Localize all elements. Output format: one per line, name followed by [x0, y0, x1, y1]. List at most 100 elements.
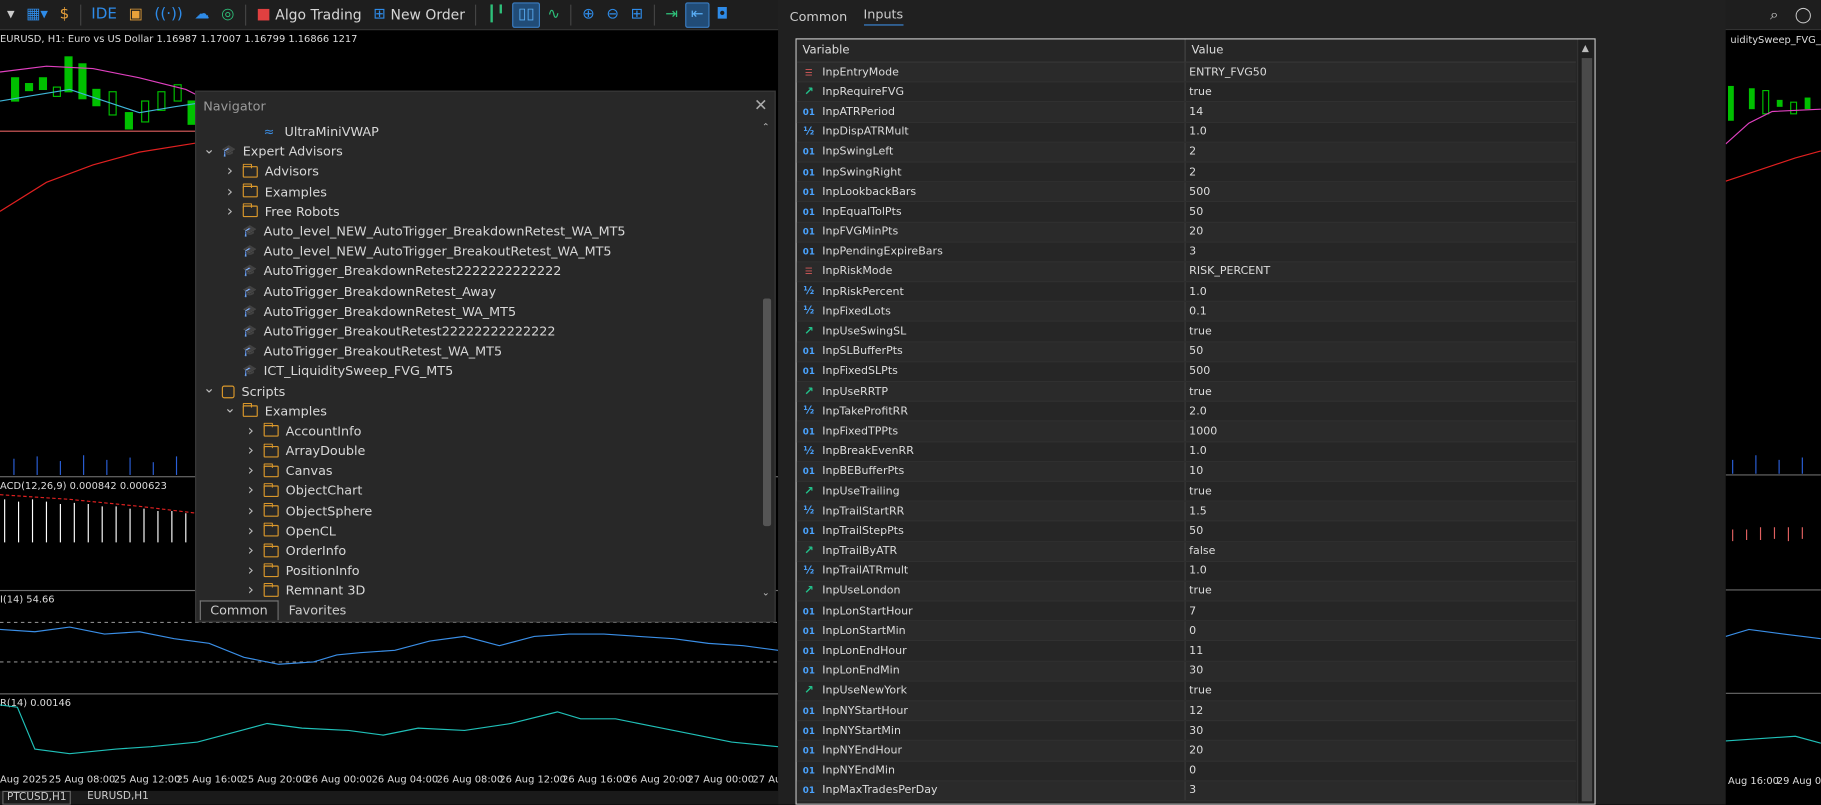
table-row[interactable]: ½ InpDispATRMult 1.0 — [796, 122, 1576, 143]
navigator-scrollbar[interactable]: ⌃ ⌄ — [761, 122, 773, 598]
atr-pane[interactable]: R(14) 0.00146 — [0, 695, 779, 773]
table-row[interactable]: ↗ InpUseTrailing true — [796, 481, 1576, 502]
value-cell[interactable]: 1.0 — [1186, 445, 1207, 458]
chart-tab[interactable]: EURUSD,H1 — [84, 791, 153, 803]
table-row[interactable]: ↗ InpUseLondon true — [796, 581, 1576, 602]
value-cell[interactable]: 500 — [1186, 365, 1210, 378]
crosshair-dropdown-icon[interactable]: ▾ — [2, 2, 19, 28]
value-cell[interactable]: 10 — [1186, 465, 1203, 478]
header-variable[interactable]: Variable — [797, 39, 1186, 62]
chevron-right-icon[interactable]: › — [245, 542, 257, 559]
table-scrollbar[interactable]: ▲ — [1577, 39, 1595, 804]
chevron-right-icon[interactable]: › — [245, 482, 257, 499]
chevron-right-icon[interactable]: › — [245, 423, 257, 440]
line-chart-icon[interactable]: ∿ — [543, 2, 565, 28]
value-cell[interactable]: ENTRY_FVG50 — [1186, 66, 1267, 79]
chevron-down-icon[interactable]: ⌄ — [203, 140, 215, 156]
value-cell[interactable]: 12 — [1186, 704, 1203, 717]
value-cell[interactable]: true — [1186, 86, 1212, 99]
value-cell[interactable]: 3 — [1186, 784, 1196, 797]
table-row[interactable]: ☰ InpEntryMode ENTRY_FVG50 — [796, 62, 1576, 83]
scroll-up-icon[interactable]: ▲ — [1582, 43, 1589, 53]
navigator-item[interactable]: › Advisors — [196, 162, 758, 182]
table-row[interactable]: 01 InpNYEndHour 20 — [796, 741, 1576, 762]
scroll-down-icon[interactable]: ⌄ — [762, 588, 770, 598]
table-row[interactable]: ☰ InpRiskMode RISK_PERCENT — [796, 262, 1576, 283]
table-row[interactable]: ↗ InpUseNewYork true — [796, 681, 1576, 702]
table-row[interactable]: 01 InpFixedTPPts 1000 — [796, 421, 1576, 442]
table-row[interactable]: 01 InpPendingExpireBars 3 — [796, 242, 1576, 263]
value-cell[interactable]: 14 — [1186, 106, 1203, 119]
screenshot-icon[interactable]: ◘ — [712, 2, 733, 28]
chart-shift-icon[interactable]: ⇤ — [685, 1, 710, 28]
value-cell[interactable]: RISK_PERCENT — [1186, 265, 1270, 278]
value-cell[interactable]: 7 — [1186, 605, 1196, 618]
value-cell[interactable]: 3 — [1186, 245, 1196, 258]
tab-common[interactable]: Common — [790, 9, 848, 24]
navigator-item[interactable]: › OpenCL — [196, 521, 758, 541]
table-row[interactable]: ½ InpTakeProfitRR 2.0 — [796, 402, 1576, 422]
navigator-item[interactable]: › Free Robots — [196, 202, 758, 222]
scroll-up-icon[interactable]: ⌃ — [762, 122, 770, 132]
chevron-right-icon[interactable]: › — [245, 502, 257, 519]
table-row[interactable]: ↗ InpUseRRTP true — [796, 382, 1576, 403]
algo-trading-button[interactable]: ■ Algo Trading — [252, 2, 367, 28]
header-value[interactable]: Value — [1186, 44, 1223, 57]
table-row[interactable]: ½ InpBreakEvenRR 1.0 — [796, 441, 1576, 462]
value-cell[interactable]: 20 — [1186, 225, 1203, 238]
dollar-icon[interactable]: $ — [55, 2, 74, 28]
value-cell[interactable]: 0 — [1186, 764, 1196, 777]
table-row[interactable]: 01 InpLonEndHour 11 — [796, 641, 1576, 662]
tab-inputs[interactable]: Inputs — [863, 7, 904, 26]
chevron-down-icon[interactable]: ⌄ — [203, 380, 215, 396]
navigator-item[interactable]: 🎓 Auto_level_NEW_AutoTrigger_BreakdownRet… — [196, 222, 758, 242]
navigator-item[interactable]: 🎓 AutoTrigger_BreakdownRetest_WA_MT5 — [196, 302, 758, 322]
chevron-right-icon[interactable]: › — [245, 463, 257, 480]
table-row[interactable]: 01 InpSwingRight 2 — [796, 162, 1576, 183]
zoom-in-icon[interactable]: ⊕ — [577, 2, 599, 28]
table-row[interactable]: 01 InpFVGMinPts 20 — [796, 222, 1576, 243]
ide-button[interactable]: IDE — [87, 2, 122, 28]
table-row[interactable]: 01 InpLonEndMin 30 — [796, 661, 1576, 682]
table-row[interactable]: 01 InpLonStartHour 7 — [796, 601, 1576, 622]
value-cell[interactable]: 50 — [1186, 345, 1203, 358]
navigator-item[interactable]: ⌄ 🎓 Expert Advisors — [196, 140, 758, 162]
tab-common[interactable]: Common — [199, 600, 279, 621]
navigator-item[interactable]: › Remnant 3D — [196, 581, 758, 598]
value-cell[interactable]: true — [1186, 684, 1212, 697]
table-row[interactable]: ↗ InpTrailByATR false — [796, 541, 1576, 562]
value-cell[interactable]: 0.1 — [1186, 305, 1207, 318]
chart-tab[interactable]: PTCUSD,H1 — [2, 790, 72, 805]
navigator-item[interactable]: › Examples — [196, 182, 758, 202]
table-row[interactable]: ½ InpTrailStartRR 1.5 — [796, 501, 1576, 522]
value-cell[interactable]: 2 — [1186, 146, 1196, 159]
value-cell[interactable]: 20 — [1186, 744, 1203, 757]
navigator-item[interactable]: ⌄ Scripts — [196, 380, 758, 401]
navigator-item[interactable]: 🎓 AutoTrigger_BreakoutRetest_WA_MT5 — [196, 341, 758, 361]
navigator-item[interactable]: 🎓 AutoTrigger_BreakdownRetest222222222222… — [196, 262, 758, 282]
value-cell[interactable]: 1000 — [1186, 425, 1217, 438]
chevron-right-icon[interactable]: › — [245, 443, 257, 460]
table-row[interactable]: 01 InpBEBufferPts 10 — [796, 461, 1576, 482]
navigator-item[interactable]: 🎓 AutoTrigger_BreakoutRetest2222222222222… — [196, 322, 758, 342]
value-cell[interactable]: 1.0 — [1186, 285, 1207, 298]
vps-cloud-icon[interactable]: ☁ — [190, 2, 214, 28]
chevron-right-icon[interactable]: › — [245, 522, 257, 539]
value-cell[interactable]: 2.0 — [1186, 405, 1207, 418]
user-icon[interactable]: ◯ — [1795, 6, 1812, 23]
auto-scroll-icon[interactable]: ⇥ — [661, 2, 683, 28]
close-icon[interactable]: ✕ — [754, 96, 768, 115]
navigator-item[interactable]: › OrderInfo — [196, 541, 758, 561]
new-order-button[interactable]: ⊞ New Order — [369, 2, 470, 28]
value-cell[interactable]: 0 — [1186, 625, 1196, 638]
table-row[interactable]: ½ InpRiskPercent 1.0 — [796, 282, 1576, 303]
value-cell[interactable]: true — [1186, 485, 1212, 498]
table-row[interactable]: 01 InpEqualTolPts 50 — [796, 202, 1576, 223]
table-row[interactable]: ½ InpTrailATRmult 1.0 — [796, 561, 1576, 582]
pane-divider[interactable] — [0, 693, 779, 695]
table-row[interactable]: 01 InpSwingLeft 2 — [796, 142, 1576, 163]
candlestick-chart-icon[interactable]: ▯▯ — [512, 1, 541, 28]
navigator-item[interactable]: › Canvas — [196, 461, 758, 481]
navigator-item[interactable]: ⌄ Examples — [196, 400, 758, 421]
navigator-item[interactable]: › AccountInfo — [196, 421, 758, 441]
